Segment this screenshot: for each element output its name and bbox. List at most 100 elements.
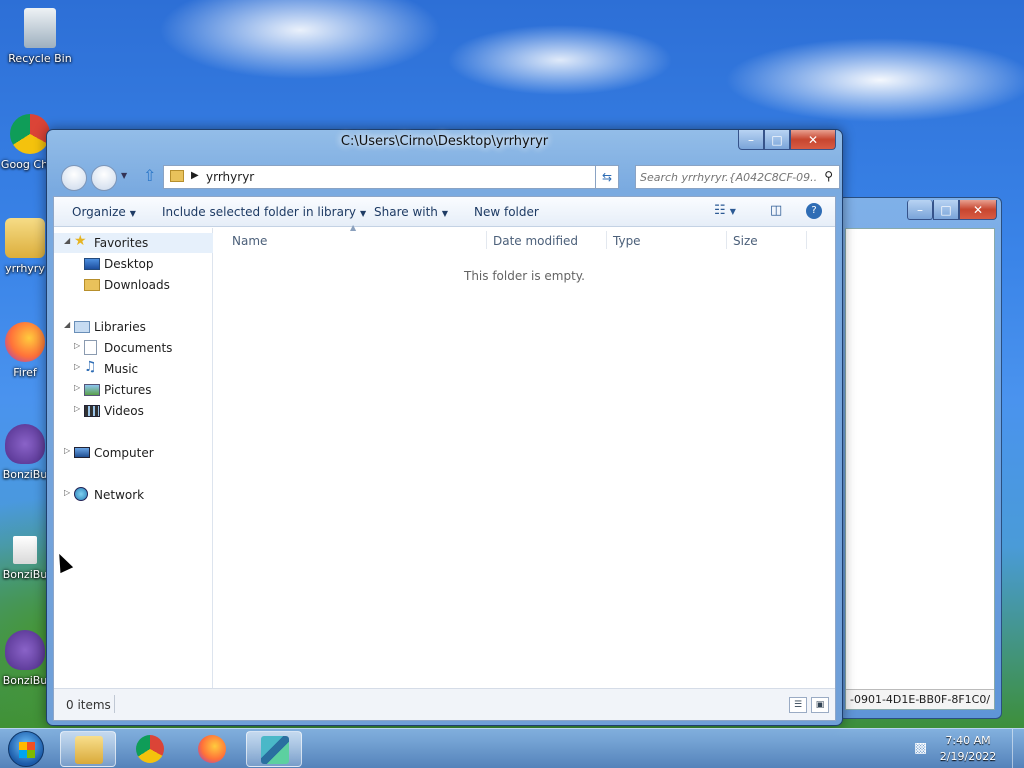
collapsed-arrow-icon[interactable]: ▷ bbox=[74, 383, 80, 392]
collapsed-arrow-icon[interactable]: ▷ bbox=[74, 362, 80, 371]
share-with-menu[interactable]: Share with ▼ bbox=[374, 205, 448, 219]
taskbar-chrome[interactable] bbox=[122, 731, 178, 767]
desktop-icon-bonzibuddy-2[interactable]: BonziBu bbox=[0, 536, 50, 581]
expanded-arrow-icon[interactable]: ◢ bbox=[64, 320, 70, 329]
details-view-icon[interactable]: ☰ bbox=[789, 697, 807, 713]
tree-item-downloads[interactable]: Downloads bbox=[54, 275, 213, 295]
column-divider[interactable] bbox=[606, 231, 607, 249]
tree-item-label: Desktop bbox=[104, 257, 154, 271]
taskbar-firefox[interactable] bbox=[184, 731, 240, 767]
tree-item-label: Libraries bbox=[94, 320, 146, 334]
tree-item-computer[interactable]: ▷ Computer bbox=[54, 443, 213, 463]
gorilla-icon bbox=[5, 630, 45, 670]
collapsed-arrow-icon[interactable]: ▷ bbox=[64, 446, 70, 455]
desktop-icon-bonzibuddy-3[interactable]: BonziBu bbox=[0, 630, 50, 687]
back-button[interactable] bbox=[61, 165, 87, 191]
column-header-date-modified[interactable]: Date modified bbox=[493, 234, 578, 248]
minimize-button[interactable]: – bbox=[738, 130, 764, 150]
desktop-icon-label: Firef bbox=[13, 366, 37, 379]
large-icons-view-icon[interactable]: ▣ bbox=[811, 697, 829, 713]
tree-item-label: Music bbox=[104, 362, 139, 376]
close-button[interactable]: ✕ bbox=[959, 200, 997, 220]
refresh-button[interactable]: ⇆ bbox=[595, 165, 619, 189]
chevron-down-icon: ▼ bbox=[441, 209, 449, 218]
chevron-down-icon: ▼ bbox=[359, 209, 367, 218]
organize-label: Organize bbox=[72, 205, 126, 219]
maximize-button[interactable]: □ bbox=[764, 130, 790, 150]
taskbar-registry-editor[interactable] bbox=[246, 731, 302, 767]
taskbar: ▩ 7:40 AM 2/19/2022 bbox=[0, 728, 1024, 768]
chrome-icon bbox=[136, 735, 164, 763]
status-divider bbox=[114, 695, 115, 713]
library-icon bbox=[74, 321, 90, 333]
forward-button[interactable] bbox=[91, 165, 117, 191]
desktop-icon-recycle-bin[interactable]: Recycle Bin bbox=[0, 8, 80, 65]
explorer-window[interactable]: C:\Users\Cirno\Desktop\yrrhyryr – □ ✕ ▼ … bbox=[46, 129, 843, 726]
background-window[interactable]: – □ ✕ -0901-4D1E-BB0F-8F1C0/ bbox=[838, 197, 1002, 719]
column-header-name[interactable]: Name bbox=[232, 234, 267, 248]
column-divider[interactable] bbox=[806, 231, 807, 249]
maximize-button[interactable]: □ bbox=[933, 200, 959, 220]
folder-icon bbox=[5, 218, 45, 258]
desktop-icon-folder[interactable]: yrrhyry bbox=[0, 218, 50, 275]
file-list[interactable]: ▲ Name Date modified Type Size This fold… bbox=[214, 223, 835, 688]
folder-icon bbox=[170, 170, 184, 182]
search-box[interactable]: ⚲ bbox=[635, 165, 840, 189]
firefox-icon bbox=[198, 735, 226, 763]
tree-item-pictures[interactable]: ▷ Pictures bbox=[54, 380, 213, 400]
start-button[interactable] bbox=[8, 731, 44, 767]
empty-folder-message: This folder is empty. bbox=[464, 269, 585, 283]
tree-item-network[interactable]: ▷ Network bbox=[54, 485, 213, 505]
organize-menu[interactable]: Organize ▼ bbox=[72, 205, 136, 219]
column-header-type[interactable]: Type bbox=[613, 234, 641, 248]
desktop-icon-bonzibuddy-1[interactable]: BonziBu bbox=[0, 424, 50, 481]
navigation-pane: ◢ ★ Favorites Desktop Downloads ◢ Librar… bbox=[54, 228, 213, 688]
close-button[interactable]: ✕ bbox=[790, 130, 836, 150]
help-icon[interactable]: ? bbox=[806, 203, 822, 219]
preview-pane-icon[interactable]: ◫ bbox=[770, 203, 782, 218]
tree-item-label: Favorites bbox=[94, 236, 149, 250]
show-desktop-button[interactable] bbox=[1012, 729, 1024, 768]
column-header-size[interactable]: Size bbox=[733, 234, 758, 248]
view-options-icon[interactable]: ☷ ▼ bbox=[714, 203, 736, 218]
new-folder-button[interactable]: New folder bbox=[474, 205, 539, 219]
status-bar: 0 items ☰ ▣ bbox=[54, 688, 835, 720]
breadcrumb-separator-icon[interactable]: ▶ bbox=[191, 170, 199, 181]
search-input[interactable] bbox=[640, 168, 816, 186]
desktop-icon bbox=[84, 258, 100, 270]
network-status-icon[interactable]: ▩ bbox=[914, 740, 927, 756]
tree-item-libraries[interactable]: ◢ Libraries bbox=[54, 317, 213, 337]
clock-date: 2/19/2022 bbox=[939, 750, 997, 763]
desktop-icon-firefox[interactable]: Firef bbox=[0, 322, 50, 379]
document-icon bbox=[84, 340, 97, 355]
window-title: C:\Users\Cirno\Desktop\yrrhyryr bbox=[340, 134, 549, 149]
breadcrumb-segment[interactable]: yrrhyryr bbox=[206, 170, 254, 184]
tree-item-videos[interactable]: ▷ Videos bbox=[54, 401, 213, 421]
desktop-icon-label: Recycle Bin bbox=[8, 52, 72, 65]
tree-item-favorites[interactable]: ◢ ★ Favorites bbox=[54, 233, 213, 253]
minimize-button[interactable]: – bbox=[907, 200, 933, 220]
videos-icon bbox=[84, 405, 100, 417]
tree-item-documents[interactable]: ▷ Documents bbox=[54, 338, 213, 358]
include-in-library-menu[interactable]: Include selected folder in library ▼ bbox=[162, 205, 366, 219]
collapsed-arrow-icon[interactable]: ▷ bbox=[74, 341, 80, 350]
recent-pages-chevron-icon[interactable]: ▼ bbox=[121, 171, 127, 180]
address-bar[interactable]: ▶ yrrhyryr ▼ bbox=[163, 165, 617, 189]
chevron-down-icon: ▼ bbox=[129, 209, 136, 218]
column-divider[interactable] bbox=[486, 231, 487, 249]
collapsed-arrow-icon[interactable]: ▷ bbox=[64, 488, 70, 497]
search-icon[interactable]: ⚲ bbox=[824, 169, 833, 183]
expanded-arrow-icon[interactable]: ◢ bbox=[64, 236, 70, 245]
tree-item-music[interactable]: ▷ ♫ Music bbox=[54, 359, 213, 379]
windows-logo-icon bbox=[19, 742, 35, 758]
collapsed-arrow-icon[interactable]: ▷ bbox=[74, 404, 80, 413]
up-arrow-icon[interactable]: ⇧ bbox=[143, 166, 156, 185]
system-clock[interactable]: 7:40 AM 2/19/2022 bbox=[938, 733, 998, 765]
network-icon bbox=[74, 487, 88, 501]
tree-item-desktop[interactable]: Desktop bbox=[54, 254, 213, 274]
desktop-icon-label: BonziBu bbox=[2, 674, 48, 687]
include-label: Include selected folder in library bbox=[162, 205, 356, 219]
taskbar-explorer[interactable] bbox=[60, 731, 116, 767]
navigation-bar: ▼ ⇧ ▶ yrrhyryr ▼ ⇆ ⚲ bbox=[53, 162, 840, 192]
column-divider[interactable] bbox=[726, 231, 727, 249]
